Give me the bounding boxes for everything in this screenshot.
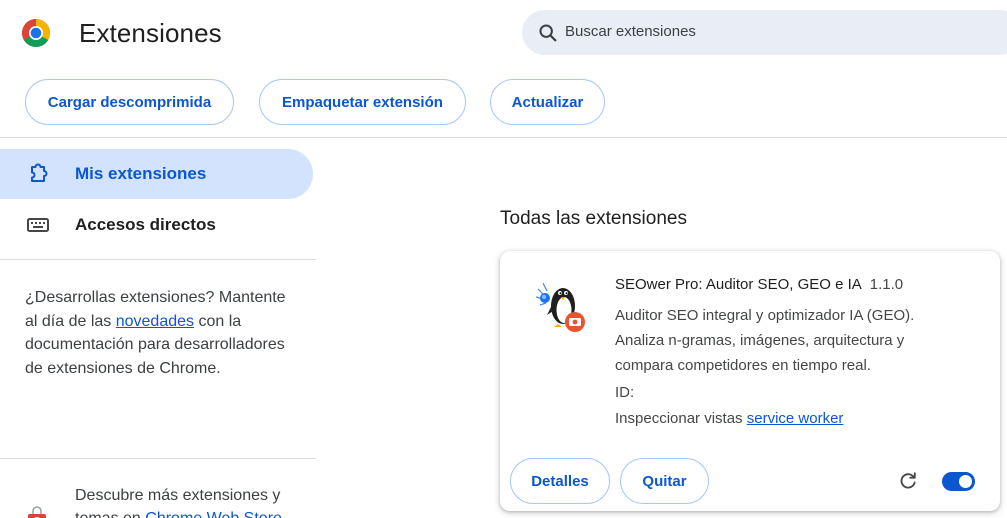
inspect-views-label: Inspeccionar vistas bbox=[615, 410, 743, 427]
service-worker-link[interactable]: service worker bbox=[747, 410, 844, 427]
puzzle-icon bbox=[31, 163, 48, 182]
web-store-text: Descubre más extensiones y temas en Chro… bbox=[75, 484, 305, 518]
section-title: Todas las extensiones bbox=[500, 208, 687, 229]
penguin-extension-icon bbox=[535, 282, 585, 332]
inspect-views: Inspeccionar vistas service worker bbox=[615, 410, 843, 427]
extension-title: SEOwer Pro: Auditor SEO, GEO e IA 1.1.0 bbox=[615, 276, 903, 293]
sidebar-divider bbox=[0, 458, 316, 459]
search-icon bbox=[539, 24, 557, 42]
header: Extensiones Buscar extensiones bbox=[0, 0, 1007, 66]
reload-icon[interactable] bbox=[897, 470, 919, 492]
load-unpacked-button[interactable]: Cargar descomprimida bbox=[25, 79, 234, 125]
sidebar: Mis extensiones Accesos directos ¿Desarr… bbox=[0, 138, 320, 518]
extension-card: SEOwer Pro: Auditor SEO, GEO e IA 1.1.0 A… bbox=[500, 251, 1000, 511]
sidebar-item-label: Mis extensiones bbox=[75, 164, 207, 183]
sidebar-item-label: Accesos directos bbox=[75, 215, 216, 234]
update-button[interactable]: Actualizar bbox=[490, 79, 605, 125]
chrome-logo-icon bbox=[22, 19, 50, 47]
extension-name: SEOwer Pro: Auditor SEO, GEO e IA bbox=[615, 276, 862, 293]
developer-toolbar: Cargar descomprimida Empaquetar extensió… bbox=[0, 79, 1007, 127]
search-input[interactable]: Buscar extensiones bbox=[565, 23, 696, 40]
web-store-link[interactable]: Chrome Web Store bbox=[145, 510, 282, 518]
search-bar[interactable]: Buscar extensiones bbox=[522, 10, 1007, 55]
remove-button[interactable]: Quitar bbox=[620, 458, 709, 504]
enable-toggle[interactable] bbox=[942, 472, 975, 491]
details-button[interactable]: Detalles bbox=[510, 458, 610, 504]
sidebar-item-shortcuts[interactable]: Accesos directos bbox=[0, 200, 313, 250]
toggle-knob bbox=[959, 475, 972, 488]
page-title: Extensiones bbox=[79, 18, 222, 48]
extension-version: 1.1.0 bbox=[869, 276, 904, 293]
web-store-icon bbox=[28, 506, 46, 518]
sidebar-divider bbox=[0, 259, 316, 260]
pack-extension-button[interactable]: Empaquetar extensión bbox=[259, 79, 466, 125]
sidebar-item-my-extensions[interactable]: Mis extensiones bbox=[0, 149, 313, 199]
extension-id-label: ID: bbox=[615, 384, 635, 401]
news-link[interactable]: novedades bbox=[116, 313, 194, 330]
keyboard-icon bbox=[27, 218, 49, 232]
extension-description: Auditor SEO integral y optimizador IA (G… bbox=[615, 307, 915, 374]
developer-info-text: ¿Desarrollas extensiones? Mantente al dí… bbox=[25, 286, 295, 380]
